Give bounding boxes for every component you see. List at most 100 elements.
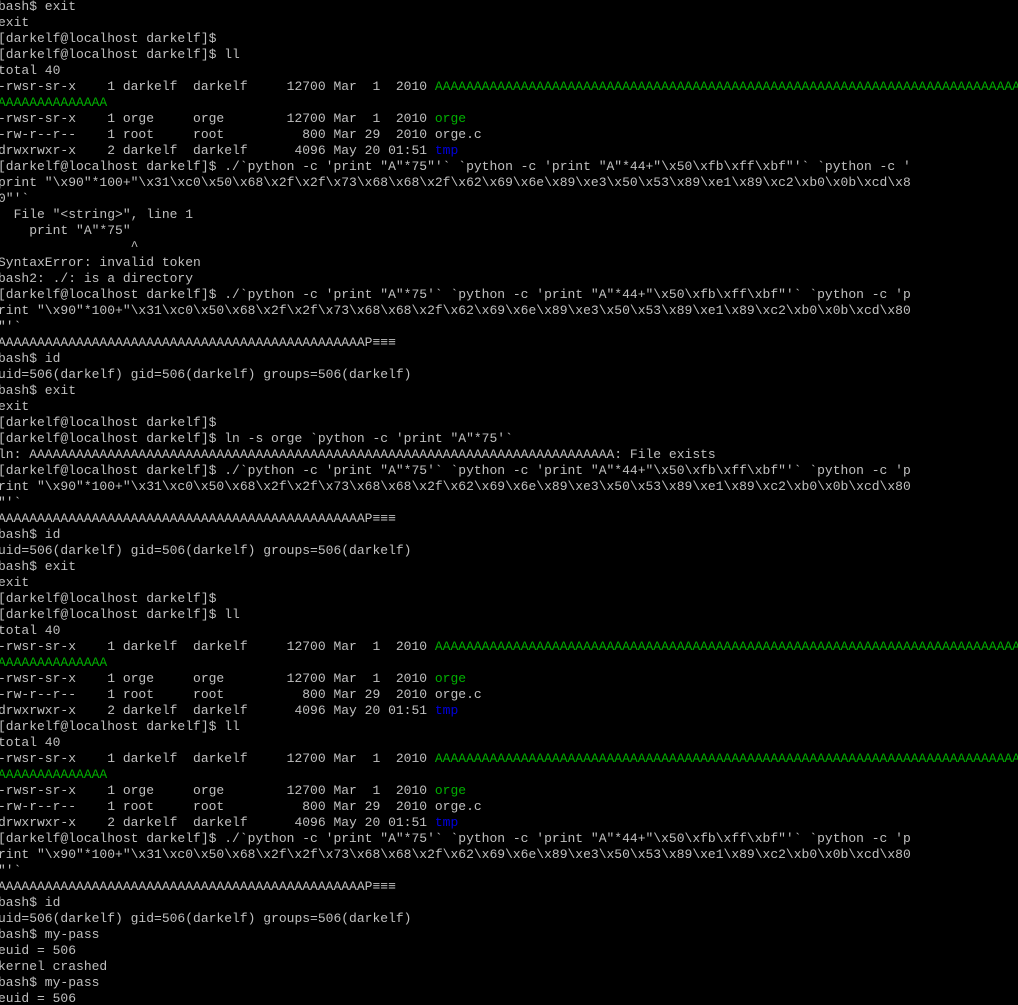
terminal-line: -rwsr-sr-x 1 orge orge 12700 Mar 1 2010 … xyxy=(0,671,1018,687)
terminal-window[interactable]: bash$ exit exit [darkelf@localhost darkelf… xyxy=(0,0,1018,1005)
terminal-line: -rw-r--r-- 1 root root 800 Mar 29 2010 o… xyxy=(0,127,1018,143)
terminal-text: -rw-r--r-- 1 root root 800 Mar 29 2010 o… xyxy=(0,127,482,142)
terminal-line: bash$ exit xyxy=(0,0,1018,15)
binary-bytes: ≡≡≡ xyxy=(372,879,396,894)
terminal-line: total 40 xyxy=(0,623,1018,639)
terminal-line: total 40 xyxy=(0,63,1018,79)
terminal-text: uid=506(darkelf) gid=506(darkelf) groups… xyxy=(0,911,412,926)
terminal-text: [darkelf@localhost darkelf]$ xyxy=(0,31,217,46)
terminal-line: euid = 506 xyxy=(0,991,1018,1005)
terminal-text: bash$ exit xyxy=(0,559,77,574)
terminal-text: print "\x90"*100+"\x31\xc0\x50\x68\x2f\x… xyxy=(0,175,911,190)
terminal-line: "'` xyxy=(0,863,1018,879)
executable-name: orge xyxy=(434,671,467,686)
terminal-line: uid=506(darkelf) gid=506(darkelf) groups… xyxy=(0,367,1018,383)
terminal-text: ln: AAAAAAAAAAAAAAAAAAAAAAAAAAAAAAAAAAAA… xyxy=(0,447,716,462)
terminal-line: euid = 506 xyxy=(0,943,1018,959)
terminal-line: print "\x90"*100+"\x31\xc0\x50\x68\x2f\x… xyxy=(0,175,1018,191)
terminal-text: -rwsr-sr-x 1 darkelf darkelf 12700 Mar 1… xyxy=(0,639,435,654)
terminal-text: bash$ id xyxy=(0,527,61,542)
terminal-text: [darkelf@localhost darkelf]$ ./`python -… xyxy=(0,463,911,478)
terminal-line: [darkelf@localhost darkelf]$ ll xyxy=(0,607,1018,623)
terminal-line: drwxrwxr-x 2 darkelf darkelf 4096 May 20… xyxy=(0,703,1018,719)
terminal-text: [darkelf@localhost darkelf]$ xyxy=(0,415,217,430)
terminal-line: [darkelf@localhost darkelf]$ ./`python -… xyxy=(0,831,1018,847)
terminal-text: exit xyxy=(0,15,30,30)
terminal-line: [darkelf@localhost darkelf]$ xyxy=(0,31,1018,47)
terminal-text: bash2: ./: is a directory xyxy=(0,271,194,286)
binary-bytes: ≡≡≡ xyxy=(372,511,396,526)
terminal-line: ln: AAAAAAAAAAAAAAAAAAAAAAAAAAAAAAAAAAAA… xyxy=(0,447,1018,463)
terminal-line: [darkelf@localhost darkelf]$ ll xyxy=(0,47,1018,63)
terminal-text: total 40 xyxy=(0,735,61,750)
terminal-text: -rw-r--r-- 1 root root 800 Mar 29 2010 o… xyxy=(0,687,482,702)
terminal-text: [darkelf@localhost darkelf]$ ll xyxy=(0,719,240,734)
terminal-text: -rwsr-sr-x 1 orge orge 12700 Mar 1 2010 xyxy=(0,671,435,686)
terminal-line: AAAAAAAAAAAAAAAAAAAAAAAAAAAAAAAAAAAAAAAA… xyxy=(0,879,1018,895)
terminal-line: [darkelf@localhost darkelf]$ ln -s orge … xyxy=(0,431,1018,447)
terminal-line: drwxrwxr-x 2 darkelf darkelf 4096 May 20… xyxy=(0,143,1018,159)
terminal-line: SyntaxError: invalid token xyxy=(0,255,1018,271)
terminal-text: euid = 506 xyxy=(0,991,77,1005)
terminal-text: [darkelf@localhost darkelf]$ ll xyxy=(0,607,240,622)
terminal-line: bash$ exit xyxy=(0,383,1018,399)
executable-name: orge xyxy=(434,783,467,798)
terminal-text: -rwsr-sr-x 1 orge orge 12700 Mar 1 2010 xyxy=(0,111,435,126)
terminal-text: total 40 xyxy=(0,623,61,638)
terminal-line: total 40 xyxy=(0,735,1018,751)
terminal-line: bash$ exit xyxy=(0,559,1018,575)
terminal-text: bash$ exit xyxy=(0,0,77,14)
executable-name: AAAAAAAAAAAAAAAAAAAAAAAAAAAAAAAAAAAAAAAA… xyxy=(434,79,1018,94)
terminal-line: uid=506(darkelf) gid=506(darkelf) groups… xyxy=(0,911,1018,927)
terminal-line: bash$ id xyxy=(0,351,1018,367)
terminal-line: print "A"*75" xyxy=(0,223,1018,239)
terminal-line: -rwsr-sr-x 1 orge orge 12700 Mar 1 2010 … xyxy=(0,783,1018,799)
terminal-text: AAAAAAAAAAAAAAAAAAAAAAAAAAAAAAAAAAAAAAAA… xyxy=(0,879,373,894)
binary-bytes: ≡≡≡ xyxy=(372,335,396,350)
terminal-text: [darkelf@localhost darkelf]$ ./`python -… xyxy=(0,287,911,302)
terminal-line: [darkelf@localhost darkelf]$ xyxy=(0,591,1018,607)
terminal-line: -rw-r--r-- 1 root root 800 Mar 29 2010 o… xyxy=(0,799,1018,815)
terminal-line: -rw-r--r-- 1 root root 800 Mar 29 2010 o… xyxy=(0,687,1018,703)
terminal-line: exit xyxy=(0,575,1018,591)
terminal-line: 0"'` xyxy=(0,191,1018,207)
terminal-line: AAAAAAAAAAAAAA xyxy=(0,767,1018,783)
terminal-line: uid=506(darkelf) gid=506(darkelf) groups… xyxy=(0,543,1018,559)
terminal-text: "'` xyxy=(0,495,22,510)
terminal-text: total 40 xyxy=(0,63,61,78)
terminal-text: [darkelf@localhost darkelf]$ xyxy=(0,591,217,606)
terminal-text: kernel crashed xyxy=(0,959,108,974)
executable-name: AAAAAAAAAAAAAA xyxy=(0,95,108,110)
directory-name: tmp xyxy=(434,703,459,718)
terminal-text: SyntaxError: invalid token xyxy=(0,255,201,270)
terminal-text: [darkelf@localhost darkelf]$ ln -s orge … xyxy=(0,431,513,446)
terminal-line: [darkelf@localhost darkelf]$ xyxy=(0,415,1018,431)
terminal-text: uid=506(darkelf) gid=506(darkelf) groups… xyxy=(0,367,412,382)
terminal-text: drwxrwxr-x 2 darkelf darkelf 4096 May 20… xyxy=(0,815,435,830)
executable-name: AAAAAAAAAAAAAA xyxy=(0,655,108,670)
terminal-text: drwxrwxr-x 2 darkelf darkelf 4096 May 20… xyxy=(0,703,435,718)
terminal-text: [darkelf@localhost darkelf]$ ./`python -… xyxy=(0,159,911,174)
terminal-text: bash$ id xyxy=(0,351,61,366)
terminal-text: bash$ my-pass xyxy=(0,975,100,990)
terminal-line: AAAAAAAAAAAAAA xyxy=(0,655,1018,671)
terminal-text: ^ xyxy=(0,239,139,254)
terminal-text: bash$ my-pass xyxy=(0,927,100,942)
terminal-text: -rwsr-sr-x 1 darkelf darkelf 12700 Mar 1… xyxy=(0,79,435,94)
terminal-text: rint "\x90"*100+"\x31\xc0\x50\x68\x2f\x2… xyxy=(0,303,911,318)
terminal-text: bash$ id xyxy=(0,895,61,910)
terminal-text: rint "\x90"*100+"\x31\xc0\x50\x68\x2f\x2… xyxy=(0,479,911,494)
terminal-line: AAAAAAAAAAAAAA xyxy=(0,95,1018,111)
terminal-line: bash$ my-pass xyxy=(0,927,1018,943)
terminal-line: drwxrwxr-x 2 darkelf darkelf 4096 May 20… xyxy=(0,815,1018,831)
terminal-text: -rw-r--r-- 1 root root 800 Mar 29 2010 o… xyxy=(0,799,482,814)
executable-name: AAAAAAAAAAAAAAAAAAAAAAAAAAAAAAAAAAAAAAAA… xyxy=(434,751,1018,766)
terminal-line: [darkelf@localhost darkelf]$ ll xyxy=(0,719,1018,735)
terminal-text: drwxrwxr-x 2 darkelf darkelf 4096 May 20… xyxy=(0,143,435,158)
terminal-text: euid = 506 xyxy=(0,943,77,958)
terminal-text: print "A"*75" xyxy=(0,223,131,238)
terminal-line: -rwsr-sr-x 1 orge orge 12700 Mar 1 2010 … xyxy=(0,111,1018,127)
terminal-line: exit xyxy=(0,399,1018,415)
terminal-text: 0"'` xyxy=(0,191,30,206)
terminal-line: -rwsr-sr-x 1 darkelf darkelf 12700 Mar 1… xyxy=(0,751,1018,767)
